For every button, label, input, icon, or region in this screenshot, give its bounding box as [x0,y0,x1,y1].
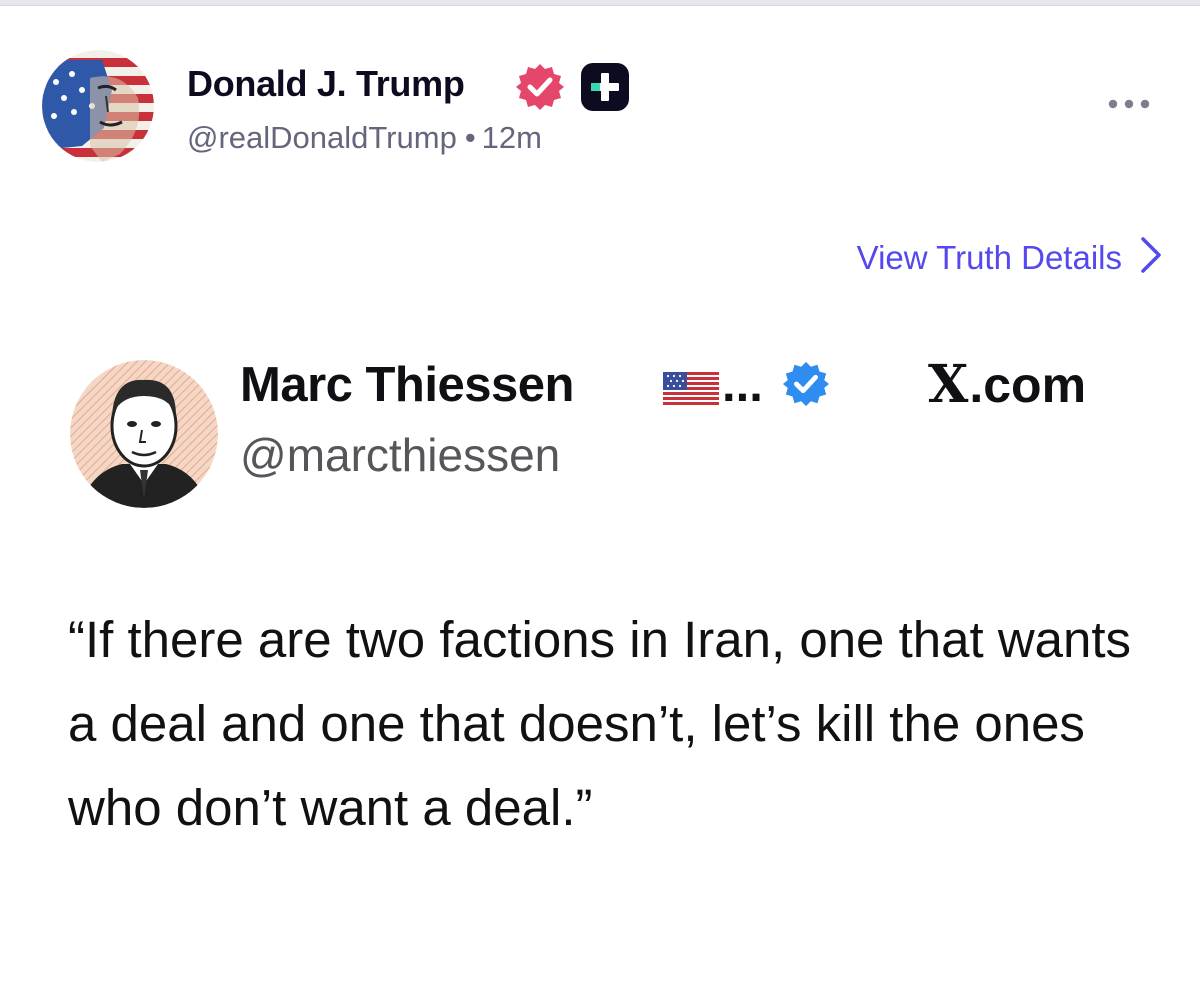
meta-separator: • [464,120,476,155]
tweet-author-handle[interactable]: @marcthiessen [240,428,560,482]
verified-badge-icon [515,62,565,112]
source-domain-suffix: .com [969,357,1087,413]
tweet-text: “If there are two factions in Iran, one … [68,611,1132,836]
author-meta: @realDonaldTrump • 12m [187,120,542,156]
us-flag-icon [663,372,719,406]
post-timestamp: 12m [481,120,542,155]
verified-badge-icon [782,360,830,408]
tweet-author-avatar[interactable] [70,360,218,508]
chevron-right-icon [1140,236,1162,279]
top-divider [0,0,1200,6]
truth-plus-icon [580,62,630,112]
view-truth-details-link[interactable]: View Truth Details [857,236,1162,279]
author-avatar[interactable] [42,50,154,162]
tweet-author-name[interactable]: Marc Thiessen [240,357,574,413]
name-truncation: ... [722,358,763,412]
x-logo-icon: X [928,354,969,415]
author-handle[interactable]: @realDonaldTrump [187,120,457,155]
view-truth-details-label: View Truth Details [856,238,1122,276]
post-view: Donald J. Trump @realDonaldTrump • 12m Vie… [0,0,1200,983]
source-link[interactable]: X .com [928,354,1086,415]
more-options-icon[interactable] [1105,92,1153,116]
author-name[interactable]: Donald J. Trump [187,63,465,105]
